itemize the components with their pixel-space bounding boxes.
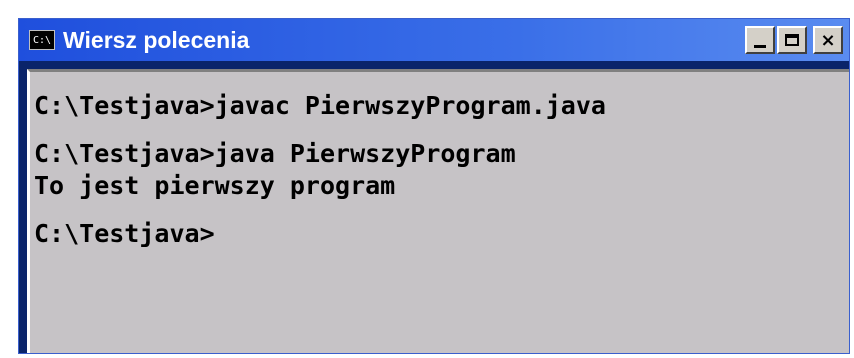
command-prompt-window: C:\ Wiersz polecenia × C:\Testjava>javac… xyxy=(18,18,850,354)
close-button[interactable]: × xyxy=(813,26,843,54)
console-app-icon: C:\ xyxy=(29,30,55,50)
minimize-icon xyxy=(754,44,766,48)
maximize-button[interactable] xyxy=(777,26,807,54)
console-line: To jest pierwszy program xyxy=(34,171,396,200)
close-icon: × xyxy=(820,29,836,51)
maximize-icon xyxy=(785,34,799,46)
console-line: C:\Testjava>javac PierwszyProgram.java xyxy=(34,91,606,120)
minimize-button[interactable] xyxy=(745,26,775,54)
window-controls: × xyxy=(745,26,843,54)
title-bar[interactable]: C:\ Wiersz polecenia × xyxy=(19,19,849,61)
console-output[interactable]: C:\Testjava>javac PierwszyProgram.java C… xyxy=(27,69,849,353)
console-line: C:\Testjava>java PierwszyProgram xyxy=(34,139,516,168)
console-prompt-line: C:\Testjava> xyxy=(34,219,215,248)
window-title: Wiersz polecenia xyxy=(63,26,250,53)
